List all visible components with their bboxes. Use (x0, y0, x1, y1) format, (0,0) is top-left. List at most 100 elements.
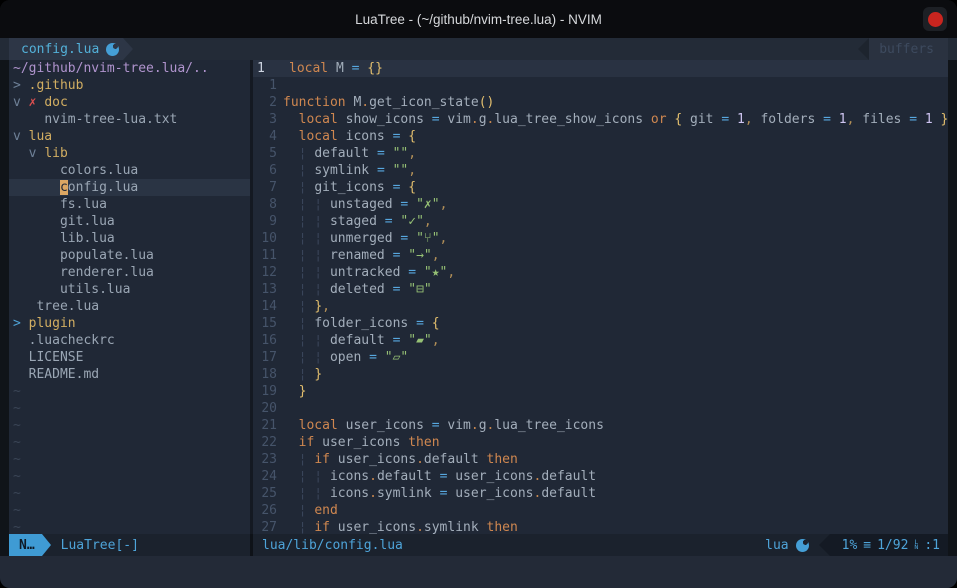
code-line[interactable]: 11 ¦ ¦ renamed = "→", (253, 247, 948, 264)
line-number: 19 (253, 383, 283, 400)
line-number: 12 (253, 264, 283, 281)
code-line[interactable]: 27 ¦ if user_icons.symlink then (253, 519, 948, 534)
tree-item-lib[interactable]: v lib (9, 145, 250, 162)
line-number: 6 (253, 162, 283, 179)
line-number-icon: LN (914, 540, 918, 551)
tree-item-utils-lua[interactable]: utils.lua (9, 281, 250, 298)
statusline-tree: N… LuaTree[-] (9, 534, 250, 556)
empty-line: ~ (9, 383, 250, 400)
code-line[interactable]: 24 ¦ ¦ icons.default = user_icons.defaul… (253, 468, 948, 485)
line-number: 27 (253, 519, 283, 534)
code-line[interactable]: 12 ¦ ¦ untracked = "★", (253, 264, 948, 281)
code-line[interactable]: 23 ¦ if user_icons.default then (253, 451, 948, 468)
tree-item-lua[interactable]: v lua (9, 128, 250, 145)
editor: 1local M = {}12function M.get_icon_state… (253, 60, 948, 534)
powerline-arrow-icon (123, 38, 133, 60)
tree-item-git-lua[interactable]: git.lua (9, 213, 250, 230)
empty-line: ~ (9, 451, 250, 468)
code-line[interactable]: 17 ¦ ¦ open = "▱" (253, 349, 948, 366)
tab-label: config.lua (21, 42, 99, 57)
tree-item-plugin[interactable]: > plugin (9, 315, 250, 332)
code-line[interactable]: 1local M = {} (253, 60, 948, 77)
line-number: 13 (253, 281, 283, 298)
line-number: 1 (253, 60, 289, 77)
tree-item-nvim-tree-lua-txt[interactable]: nvim-tree-lua.txt (9, 111, 250, 128)
code-line[interactable]: 18 ¦ } (253, 366, 948, 383)
empty-line: ~ (9, 519, 250, 534)
statusline-editor: lua/lib/config.lua lua 1% ≡ 1/92 LN :1 (253, 534, 948, 556)
close-icon (928, 12, 943, 27)
status-cursor-position: 1/92 (877, 538, 908, 553)
tree-item-luacheckrc[interactable]: .luacheckrc (9, 332, 250, 349)
tree-item-fs-lua[interactable]: fs.lua (9, 196, 250, 213)
tree-item-lib-lua[interactable]: lib.lua (9, 230, 250, 247)
code-line[interactable]: 14 ¦ }, (253, 298, 948, 315)
code-line[interactable]: 4 local icons = { (253, 128, 948, 145)
tree-item-license[interactable]: LICENSE (9, 349, 250, 366)
code-line[interactable]: 16 ¦ ¦ default = "▰", (253, 332, 948, 349)
line-number: 26 (253, 502, 283, 519)
empty-line: ~ (9, 434, 250, 451)
code-line[interactable]: 9 ¦ ¦ staged = "✓", (253, 213, 948, 230)
empty-line: ~ (9, 485, 250, 502)
tree-item-tree-lua[interactable]: tree.lua (9, 298, 250, 315)
empty-line: ~ (9, 400, 250, 417)
app-window: LuaTree - (~/github/nvim-tree.lua) - NVI… (0, 0, 957, 588)
line-number: 14 (253, 298, 283, 315)
code-line[interactable]: 7 ¦ git_icons = { (253, 179, 948, 196)
tree-item-colors-lua[interactable]: colors.lua (9, 162, 250, 179)
code-line[interactable]: 26 ¦ end (253, 502, 948, 519)
line-number: 23 (253, 451, 283, 468)
tree-item-renderer-lua[interactable]: renderer.lua (9, 264, 250, 281)
code-line[interactable]: 2function M.get_icon_state() (253, 94, 948, 111)
powerline-arrow-icon (819, 534, 830, 556)
line-number: 16 (253, 332, 283, 349)
status-filetype: lua (765, 538, 788, 553)
empty-line: ~ (9, 468, 250, 485)
status-filepath: lua/lib/config.lua (253, 534, 403, 556)
tree-status-label: LuaTree[-] (51, 534, 139, 556)
command-line (0, 556, 957, 588)
line-number: 18 (253, 366, 283, 383)
code-line[interactable]: 19 } (253, 383, 948, 400)
tree-item-config-lua[interactable]: config.lua (9, 179, 250, 196)
window-title: LuaTree - (~/github/nvim-tree.lua) - NVI… (355, 12, 602, 27)
buffers-label[interactable]: buffers (869, 38, 948, 60)
code-line[interactable]: 13 ¦ ¦ deleted = "⊟" (253, 281, 948, 298)
code-line[interactable]: 1 (253, 77, 948, 94)
line-number: 20 (253, 400, 283, 417)
line-number: 10 (253, 230, 283, 247)
code-line[interactable]: 15 ¦ folder_icons = { (253, 315, 948, 332)
lua-icon (106, 43, 119, 56)
line-number: 1 (253, 77, 283, 94)
code-line[interactable]: 10 ¦ ¦ unmerged = "⑂", (253, 230, 948, 247)
code-line[interactable]: 21 local user_icons = vim.g.lua_tree_ico… (253, 417, 948, 434)
line-number: 8 (253, 196, 283, 213)
code-line[interactable]: 8 ¦ ¦ unstaged = "✗", (253, 196, 948, 213)
tree-item-github[interactable]: > .github (9, 77, 250, 94)
tree-root-path[interactable]: ~/github/nvim-tree.lua/.. (9, 60, 250, 77)
code-line[interactable]: 5 ¦ default = "", (253, 145, 948, 162)
tree-item-readme-md[interactable]: README.md (9, 366, 250, 383)
tab-config-lua[interactable]: config.lua (9, 38, 123, 60)
tree-item-doc[interactable]: v ✗ doc (9, 94, 250, 111)
line-number: 25 (253, 485, 283, 502)
code-line[interactable]: 6 ¦ symlink = "", (253, 162, 948, 179)
lua-icon (796, 539, 809, 552)
line-number: 22 (253, 434, 283, 451)
powerline-arrow-icon (42, 534, 51, 556)
tree-item-populate-lua[interactable]: populate.lua (9, 247, 250, 264)
lines-icon: ≡ (863, 538, 871, 553)
line-number: 4 (253, 128, 283, 145)
code-line[interactable]: 20 (253, 400, 948, 417)
code-line[interactable]: 22 if user_icons then (253, 434, 948, 451)
close-button[interactable] (923, 7, 947, 31)
statusline: N… LuaTree[-] lua/lib/config.lua lua 1% … (0, 534, 957, 556)
line-number: 21 (253, 417, 283, 434)
status-column: :1 (924, 538, 940, 553)
line-number: 7 (253, 179, 283, 196)
code-line[interactable]: 3 local show_icons = vim.g.lua_tree_show… (253, 111, 948, 128)
code-line[interactable]: 25 ¦ ¦ icons.symlink = user_icons.defaul… (253, 485, 948, 502)
line-number: 2 (253, 94, 283, 111)
line-number: 15 (253, 315, 283, 332)
